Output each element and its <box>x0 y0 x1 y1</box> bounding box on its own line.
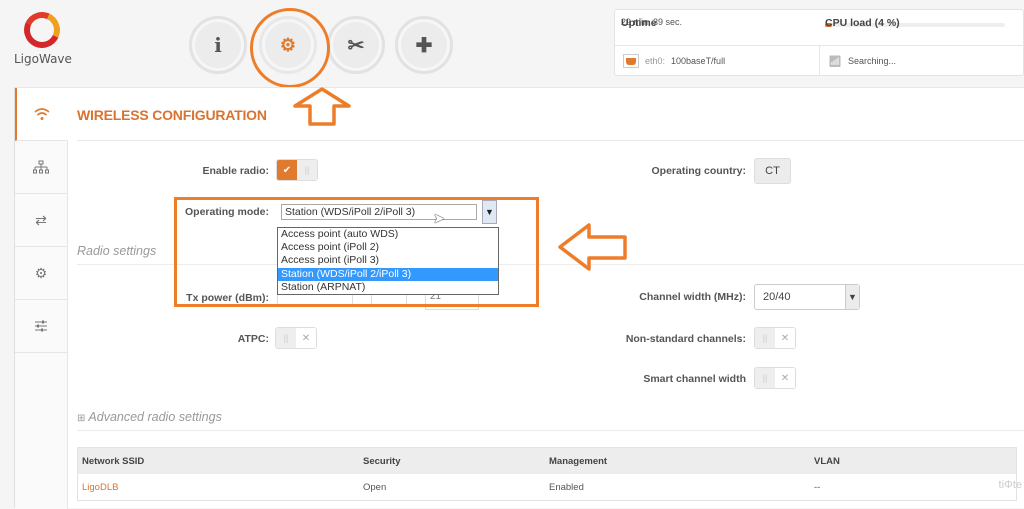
table-row[interactable]: LigoDLB Open Enabled -- <box>78 474 1016 500</box>
toggle-grip: || <box>755 368 775 388</box>
channel-width-select[interactable]: 20/40 ▼ <box>754 284 860 310</box>
up-arrow-annotation <box>293 87 351 126</box>
sidebar: ⇄ ⚙ <box>15 88 68 509</box>
vlan-cell: -- <box>814 481 821 493</box>
dropdown-option[interactable]: Access point (iPoll 3) <box>278 254 498 267</box>
wifi-icon <box>34 108 50 120</box>
channel-width-value: 20/40 <box>763 291 791 303</box>
chevron-down-icon[interactable]: ▼ <box>482 200 497 224</box>
check-icon: ✔ <box>277 160 297 180</box>
advanced-radio-settings-heading: Advanced radio settings <box>88 410 222 424</box>
non-standard-channels-toggle[interactable]: || ✕ <box>754 327 796 349</box>
sliders-icon <box>35 320 47 332</box>
sidebar-item-system[interactable] <box>15 300 67 353</box>
dropdown-option-selected[interactable]: Station (WDS/iPoll 2/iPoll 3) <box>278 267 498 281</box>
enable-radio-label: Enable radio: <box>202 165 269 177</box>
smart-channel-width-toggle[interactable]: || ✕ <box>754 367 796 389</box>
atpc-label: ATPC: <box>237 333 269 345</box>
security-cell: Open <box>363 481 387 493</box>
nav-support-button[interactable]: ✚ <box>395 16 453 74</box>
sidebar-item-wireless[interactable] <box>15 88 68 141</box>
close-icon: ✕ <box>775 368 795 388</box>
advanced-divider <box>77 430 1024 431</box>
atpc-toggle[interactable]: || ✕ <box>275 327 317 349</box>
non-standard-channels-label: Non-standard channels: <box>625 333 746 345</box>
main-panel: ⇄ ⚙ WIRELESS CONFIGURATION Enable radio:… <box>14 87 1024 509</box>
ethernet-status: eth0: 100baseT/full <box>615 46 820 76</box>
wifi-icon: 📶︎ <box>828 55 842 68</box>
column-header-ssid: Network SSID <box>82 455 145 467</box>
toggle-grip: || <box>276 328 296 348</box>
column-header-vlan: VLAN <box>814 455 840 467</box>
page-title: WIRELESS CONFIGURATION <box>77 107 267 123</box>
services-gears-icon: ⚙ <box>34 264 48 281</box>
watermark: tiΦte <box>998 479 1022 491</box>
advanced-radio-settings-toggle[interactable]: ⊞ Advanced radio settings <box>77 410 222 424</box>
left-arrow-annotation <box>558 223 627 271</box>
mouse-cursor-icon: ➤ <box>433 210 445 226</box>
channel-width-label: Channel width (MHz): <box>639 291 746 303</box>
uptime-block: Uptime 29 min. 39 sec. <box>615 10 819 45</box>
nav-tools-button[interactable]: ✂ <box>327 16 385 74</box>
dropdown-option[interactable]: Access point (auto WDS) <box>278 228 498 241</box>
tx-power-label: Tx power (dBm): <box>186 292 269 304</box>
cpu-label: CPU load (4 %) <box>825 17 900 29</box>
eth-value: 100baseT/full <box>671 56 726 66</box>
dropdown-option[interactable]: Station (ARPNAT) <box>278 281 498 294</box>
logo-ring-icon <box>18 6 66 54</box>
sidebar-item-routing[interactable]: ⇄ <box>15 194 67 247</box>
uptime-label: Uptime <box>621 17 657 29</box>
radio-settings-heading: Radio settings <box>77 244 157 258</box>
operating-mode-select[interactable]: Station (WDS/iPoll 2/iPoll 3) <box>281 204 477 220</box>
ligowave-logo[interactable]: LigoWave <box>14 6 72 66</box>
status-panel: Uptime 29 min. 39 sec. CPU load (4 %) et… <box>614 9 1024 76</box>
ssid-link[interactable]: LigoDLB <box>78 482 363 493</box>
toggle-grip: || <box>755 328 775 348</box>
close-icon: ✕ <box>775 328 795 348</box>
tools-icon: ✂ <box>347 34 365 57</box>
enable-radio-toggle[interactable]: ✔ || <box>276 159 318 181</box>
title-divider <box>77 140 1024 141</box>
column-header-security: Security <box>363 455 401 467</box>
expand-icon: ⊞ <box>77 413 86 424</box>
sidebar-item-services[interactable]: ⚙ <box>15 247 67 300</box>
info-icon: i <box>214 33 222 57</box>
operating-country-label: Operating country: <box>651 165 746 177</box>
radio-settings-divider <box>77 264 1024 265</box>
sidebar-item-network[interactable] <box>15 141 67 194</box>
wireless-status-text: Searching... <box>847 56 896 66</box>
close-icon: ✕ <box>296 328 316 348</box>
smart-channel-width-label: Smart channel width <box>643 373 746 385</box>
table-header: Network SSID Security Management VLAN <box>78 448 1016 474</box>
nav-status-button[interactable]: i <box>189 16 247 74</box>
chevron-down-icon: ▼ <box>845 285 859 309</box>
toggle-grip: || <box>297 160 317 180</box>
management-cell: Enabled <box>549 481 584 493</box>
ethernet-port-icon <box>623 54 639 68</box>
first-aid-kit-icon: ✚ <box>415 34 433 57</box>
eth-label: eth0: <box>645 56 666 66</box>
column-header-management: Management <box>549 455 608 467</box>
wireless-status: 📶︎ Searching... <box>820 46 1023 76</box>
transfer-arrows-icon: ⇄ <box>35 211 47 228</box>
brand-name: LigoWave <box>14 52 72 66</box>
operating-mode-dropdown: Access point (auto WDS) Access point (iP… <box>277 227 499 295</box>
highlight-circle-annotation <box>250 8 330 88</box>
dropdown-option[interactable]: Access point (iPoll 2) <box>278 241 498 254</box>
network-tree-icon <box>33 160 49 174</box>
ssid-table: Network SSID Security Management VLAN Li… <box>77 447 1017 501</box>
operating-country-button[interactable]: CT <box>754 158 791 184</box>
cpu-block: CPU load (4 %) <box>819 10 1023 45</box>
operating-mode-label: Operating mode: <box>184 206 269 218</box>
